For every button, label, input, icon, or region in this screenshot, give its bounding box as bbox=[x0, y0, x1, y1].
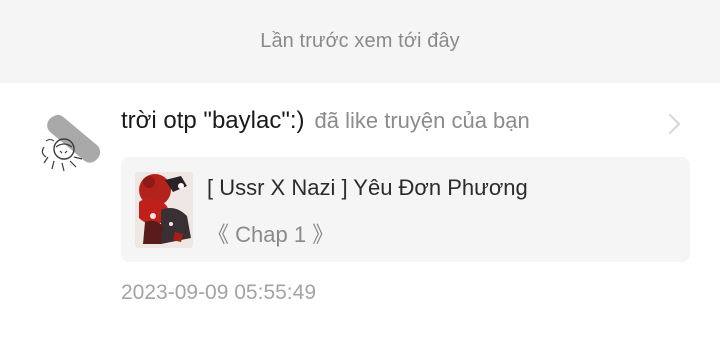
last-seen-label: Lần trước xem tới đây bbox=[260, 30, 460, 52]
notification-page: Lần trước xem tới đây trời otp "baylac":… bbox=[0, 0, 720, 339]
username-link[interactable]: trời otp "baylac":) bbox=[121, 107, 305, 135]
sketch-avatar-icon bbox=[41, 114, 101, 172]
story-cover-image[interactable] bbox=[135, 172, 193, 248]
chapter-label: 《 Chap 1 》 bbox=[207, 222, 335, 247]
notification-headline: trời otp "baylac":) đã like truyện của b… bbox=[121, 107, 530, 143]
last-seen-divider: Lần trước xem tới đây bbox=[0, 0, 720, 83]
notification-item[interactable]: trời otp "baylac":) đã like truyện của b… bbox=[0, 83, 720, 339]
notification-timestamp: 2023-09-09 05:55:49 bbox=[121, 281, 316, 304]
avatar[interactable] bbox=[34, 113, 102, 181]
story-card[interactable]: [ Ussr X Nazi ] Yêu Đơn Phương 《 Chap 1 … bbox=[121, 157, 690, 262]
chevron-right-icon[interactable] bbox=[664, 111, 684, 137]
action-text: đã like truyện của bạn bbox=[314, 108, 530, 133]
story-title[interactable]: [ Ussr X Nazi ] Yêu Đơn Phương bbox=[207, 175, 528, 201]
